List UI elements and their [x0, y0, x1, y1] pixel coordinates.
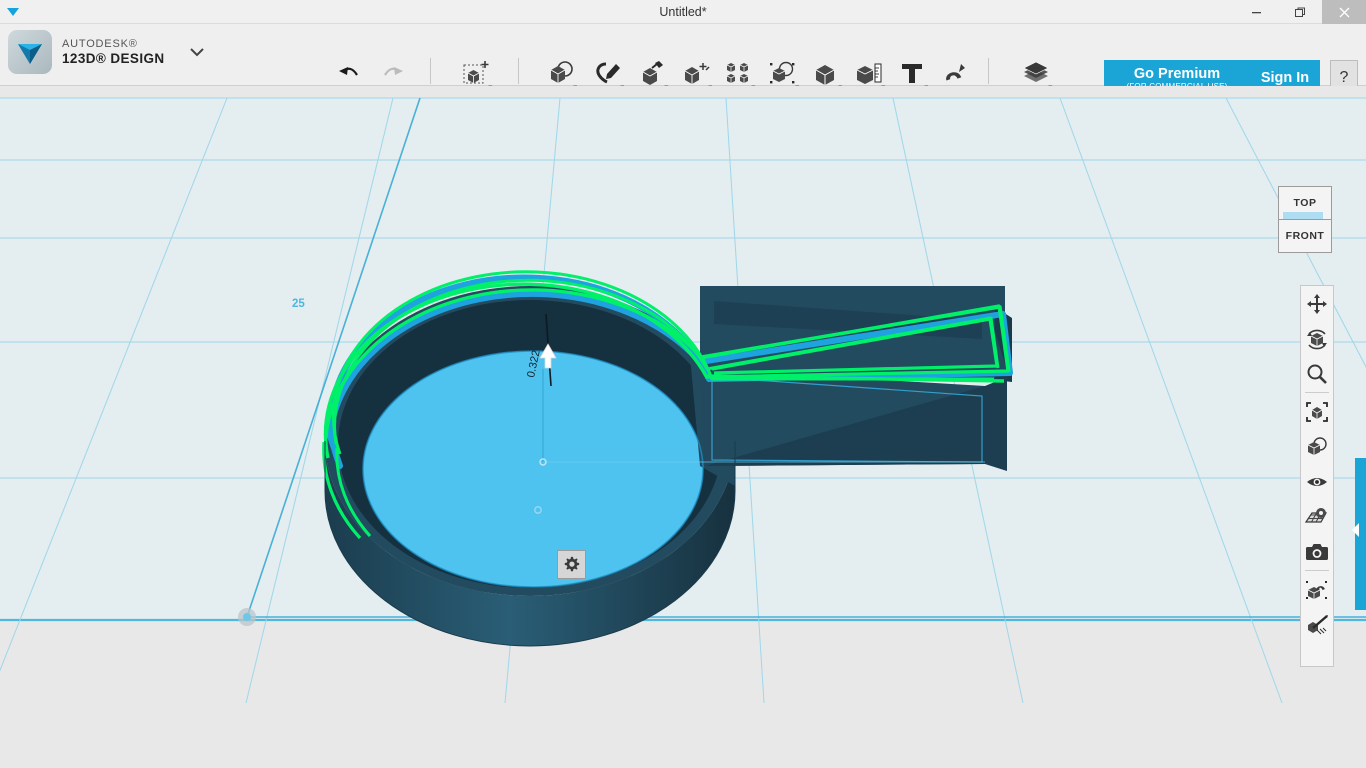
brand-autodesk: AUTODESK®: [62, 38, 165, 51]
gizmo-settings-button[interactable]: [557, 550, 586, 579]
view-cube-shade-icon: [1305, 436, 1329, 458]
view-tool-grid[interactable]: [1301, 499, 1333, 534]
viewport-3d[interactable]: 0.322 25 TOP FRONT: [0, 86, 1366, 768]
toolbar-item-grouping[interactable]: [763, 56, 803, 90]
toolbar-item-material[interactable]: [1016, 56, 1056, 90]
window-title: Untitled*: [0, 0, 1366, 24]
snap-cube-icon: [1305, 579, 1329, 601]
eye-icon: [1305, 473, 1329, 491]
view-cube-front-face[interactable]: FRONT: [1278, 219, 1332, 253]
gear-icon: [563, 556, 580, 573]
toolbar-item-snap[interactable]: [934, 56, 974, 90]
view-tool-visibility[interactable]: [1301, 464, 1333, 499]
title-bar: Untitled*: [0, 0, 1366, 24]
app-window: Untitled*: [0, 0, 1366, 768]
app-logo-icon: [8, 30, 52, 74]
go-premium-title: Go Premium: [1104, 66, 1250, 82]
chevron-down-icon[interactable]: [189, 44, 205, 61]
toolbar-item-sketch[interactable]: [588, 56, 628, 90]
grid-plane-icon: [1305, 506, 1329, 528]
units-icon: [1305, 614, 1329, 636]
toolbar-item-pattern[interactable]: [719, 56, 759, 90]
view-tool-pan[interactable]: [1301, 286, 1333, 321]
view-tool-camera[interactable]: [1301, 534, 1333, 569]
undo-button[interactable]: [330, 56, 370, 90]
ribbon-toolbar: AUTODESK® 123D® DESIGN: [0, 24, 1366, 86]
redo-button[interactable]: [372, 56, 412, 90]
pan-arrows-icon: [1306, 293, 1328, 315]
toolbar-item-modify[interactable]: [676, 56, 716, 90]
window-controls: [1234, 0, 1366, 24]
collapse-left-arrow-icon[interactable]: [1352, 523, 1359, 537]
scene-canvas: 0.322 25: [0, 86, 1366, 768]
toolbar-item-construct[interactable]: [632, 56, 672, 90]
view-tool-snap[interactable]: [1301, 572, 1333, 607]
camera-icon: [1305, 542, 1329, 562]
toolbar-item-measure[interactable]: [849, 56, 889, 90]
view-tool-orbit[interactable]: [1301, 321, 1333, 356]
magnifier-icon: [1306, 363, 1328, 385]
close-button[interactable]: [1322, 0, 1366, 24]
brand-product: 123D® DESIGN: [62, 51, 165, 67]
toolbar-item-primitives[interactable]: [541, 56, 581, 90]
view-tools-toolbar: [1300, 285, 1334, 667]
view-tool-zoom[interactable]: [1301, 356, 1333, 391]
axis-label: 25: [292, 298, 305, 310]
view-tool-fit[interactable]: [1301, 394, 1333, 429]
view-cube[interactable]: TOP FRONT: [1274, 186, 1336, 254]
toolbar-item-text[interactable]: [892, 56, 932, 90]
toolbar-item-transform[interactable]: [456, 56, 496, 90]
brand-area: AUTODESK® 123D® DESIGN: [8, 30, 205, 74]
toolbar-item-combine[interactable]: [806, 56, 846, 90]
minimize-button[interactable]: [1234, 0, 1278, 24]
view-tool-view-settings[interactable]: [1301, 429, 1333, 464]
orbit-cube-icon: [1305, 328, 1329, 350]
fit-frame-icon: [1305, 401, 1329, 423]
restore-button[interactable]: [1278, 0, 1322, 24]
view-tool-units[interactable]: [1301, 607, 1333, 642]
